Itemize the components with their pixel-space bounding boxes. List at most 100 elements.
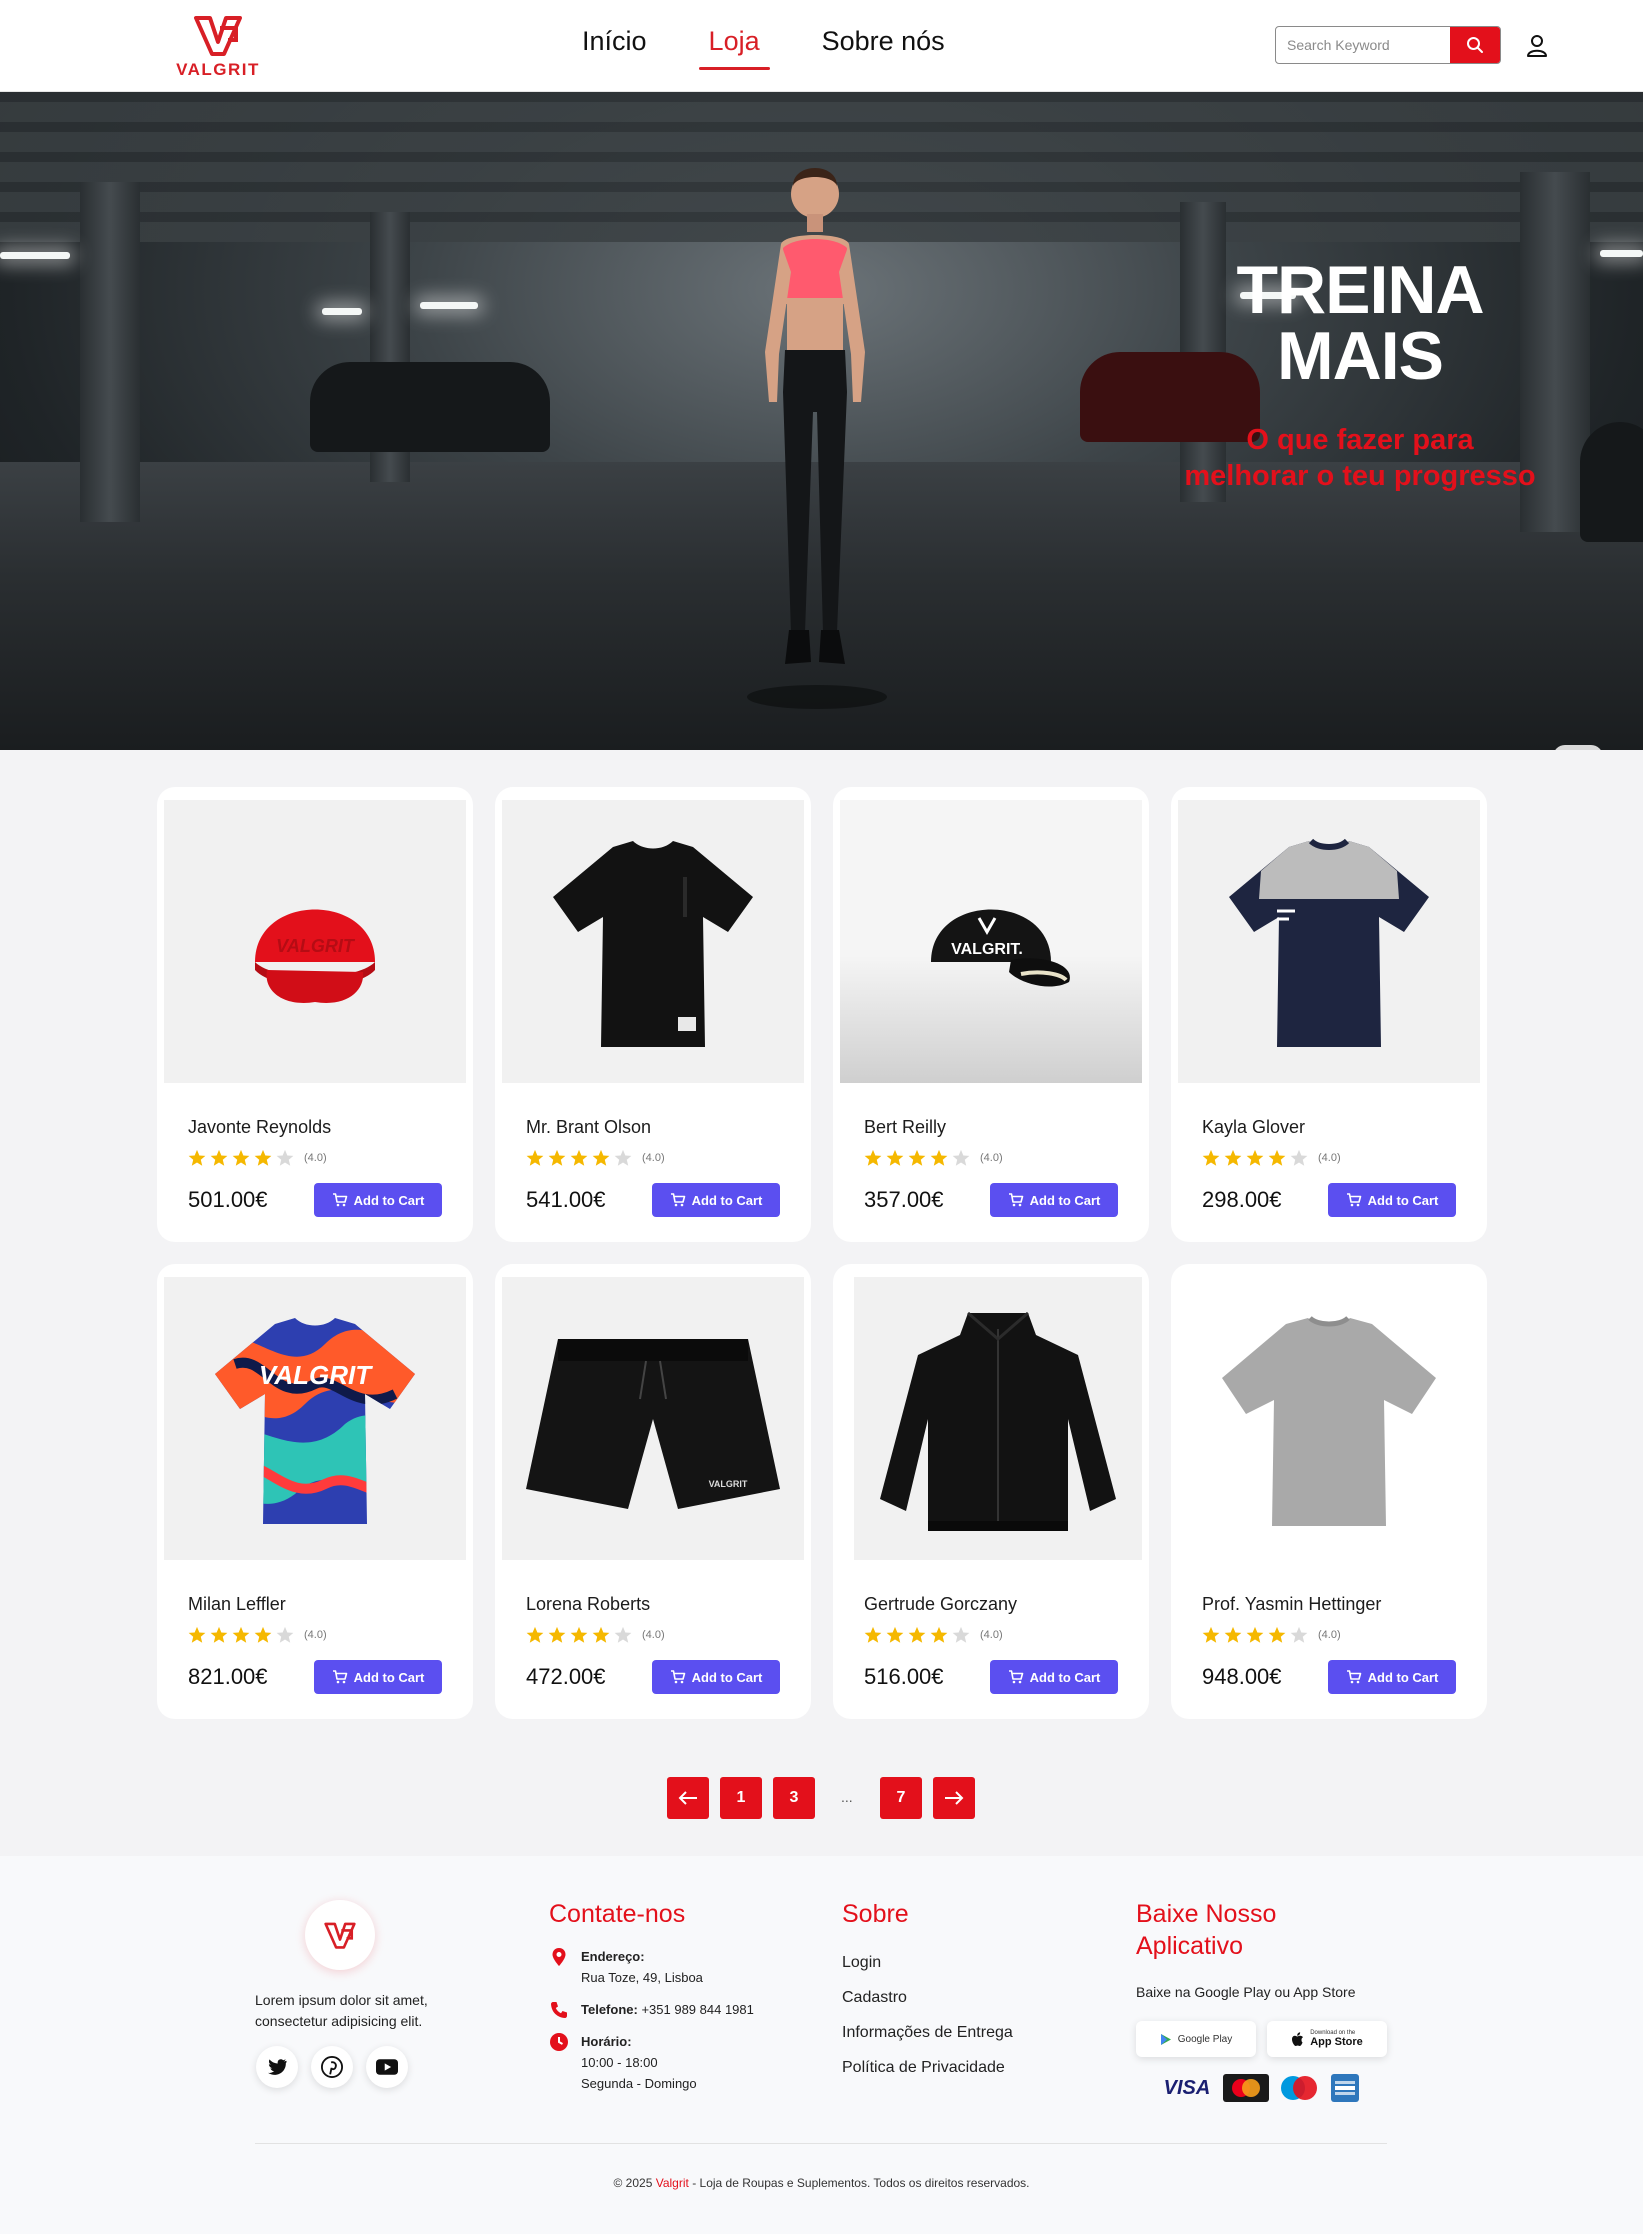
hours-label: Horário: bbox=[581, 2034, 632, 2049]
product-image[interactable] bbox=[502, 800, 804, 1083]
product-name[interactable]: Lorena Roberts bbox=[526, 1594, 650, 1615]
search-button[interactable] bbox=[1450, 27, 1500, 63]
svg-text:VALGRIT: VALGRIT bbox=[276, 936, 356, 956]
grey-tshirt-image bbox=[1222, 1315, 1436, 1526]
footer-link-login[interactable]: Login bbox=[842, 1954, 881, 1972]
product-card[interactable]: VALGRIT Javonte Reynolds (4.0) 501.00€ A… bbox=[157, 787, 473, 1242]
add-to-cart-label: Add to Cart bbox=[353, 1669, 425, 1685]
cart-icon bbox=[1008, 1193, 1023, 1207]
footer-about-line-1: Lorem ipsum dolor sit amet, bbox=[255, 1992, 428, 2008]
product-price: 357.00€ bbox=[864, 1187, 944, 1212]
product-image[interactable] bbox=[1178, 800, 1480, 1083]
product-image[interactable]: VALGRIT bbox=[502, 1277, 804, 1560]
product-card[interactable]: Gertrude Gorczany (4.0) 516.00€ Add to C… bbox=[833, 1264, 1149, 1719]
pagination-ellipsis: ... bbox=[841, 1789, 853, 1805]
valgrit-logo-icon bbox=[194, 16, 242, 56]
star-icon bbox=[188, 1626, 206, 1643]
product-image[interactable]: VALGRIT bbox=[164, 1277, 466, 1560]
pagination-prev-button[interactable] bbox=[667, 1777, 709, 1819]
google-play-button[interactable]: Google Play bbox=[1136, 2021, 1256, 2057]
product-image[interactable]: VALGRIT bbox=[164, 800, 466, 1083]
add-to-cart-label: Add to Cart bbox=[691, 1192, 763, 1208]
star-empty-icon bbox=[276, 1626, 294, 1643]
star-empty-icon bbox=[952, 1149, 970, 1166]
product-name[interactable]: Kayla Glover bbox=[1202, 1117, 1305, 1138]
hero-subtitle: O que fazer para melhorar o teu progress… bbox=[1140, 422, 1580, 494]
star-icon bbox=[1268, 1626, 1286, 1643]
footer-link-entrega[interactable]: Informações de Entrega bbox=[842, 2024, 1013, 2042]
search-input[interactable] bbox=[1276, 27, 1452, 63]
nav-loja[interactable]: Loja bbox=[697, 26, 772, 70]
pagination-page-button[interactable]: 3 bbox=[773, 1777, 815, 1819]
product-price: 948.00€ bbox=[1202, 1664, 1282, 1689]
add-to-cart-label: Add to Cart bbox=[1367, 1192, 1439, 1208]
pinterest-button[interactable] bbox=[311, 2046, 353, 2088]
phone-value[interactable]: +351 989 844 1981 bbox=[641, 2002, 753, 2017]
amex-icon bbox=[1335, 2081, 1355, 2095]
product-image[interactable]: VALGRIT. bbox=[840, 800, 1142, 1083]
nav-inicio[interactable]: Início bbox=[570, 26, 659, 70]
footer-about-text: Lorem ipsum dolor sit amet, consectetur … bbox=[255, 1990, 465, 2032]
pagination-page-button[interactable]: 7 bbox=[880, 1777, 922, 1819]
hero-subtitle-line-1: O que fazer para bbox=[1246, 424, 1474, 456]
product-card[interactable]: VALGRIT Milan Leffler (4.0) 821.00€ Add … bbox=[157, 1264, 473, 1719]
youtube-button[interactable] bbox=[366, 2046, 408, 2088]
product-name[interactable]: Javonte Reynolds bbox=[188, 1117, 331, 1138]
product-image[interactable] bbox=[854, 1277, 1142, 1560]
valgrit-logo-icon bbox=[324, 1922, 356, 1949]
add-to-cart-button[interactable]: Add to Cart bbox=[990, 1183, 1118, 1217]
star-empty-icon bbox=[1290, 1149, 1308, 1166]
copyright-brand[interactable]: Valgrit bbox=[656, 2176, 689, 2190]
product-price: 298.00€ bbox=[1202, 1187, 1282, 1212]
contact-address: Endereço: Rua Toze, 49, Lisboa bbox=[549, 1946, 703, 1988]
add-to-cart-label: Add to Cart bbox=[353, 1192, 425, 1208]
product-card[interactable]: Mr. Brant Olson (4.0) 541.00€ Add to Car… bbox=[495, 787, 811, 1242]
twitter-button[interactable] bbox=[256, 2046, 298, 2088]
footer-link-cadastro[interactable]: Cadastro bbox=[842, 1989, 907, 2007]
product-price: 472.00€ bbox=[526, 1664, 606, 1689]
rating-value: (4.0) bbox=[642, 1152, 665, 1164]
product-name[interactable]: Gertrude Gorczany bbox=[864, 1594, 1017, 1615]
product-card[interactable]: Kayla Glover (4.0) 298.00€ Add to Cart bbox=[1171, 787, 1487, 1242]
product-card[interactable]: VALGRIT. Bert Reilly (4.0) 357.00€ Add t… bbox=[833, 787, 1149, 1242]
add-to-cart-button[interactable]: Add to Cart bbox=[990, 1660, 1118, 1694]
footer-link-privacidade[interactable]: Política de Privacidade bbox=[842, 2059, 1005, 2077]
product-name[interactable]: Milan Leffler bbox=[188, 1594, 286, 1615]
nav-sobre-nos[interactable]: Sobre nós bbox=[810, 26, 957, 70]
add-to-cart-button[interactable]: Add to Cart bbox=[652, 1183, 780, 1217]
search-box bbox=[1275, 26, 1501, 64]
star-icon bbox=[1202, 1149, 1220, 1166]
add-to-cart-button[interactable]: Add to Cart bbox=[1328, 1183, 1456, 1217]
product-rating: (4.0) bbox=[526, 1626, 665, 1644]
mastercard-logo bbox=[1223, 2074, 1269, 2102]
product-image[interactable] bbox=[1178, 1277, 1480, 1560]
valgrit-logo[interactable]: VALGRIT bbox=[172, 12, 264, 84]
main-nav: Início Loja Sobre nós bbox=[570, 26, 995, 72]
add-to-cart-button[interactable]: Add to Cart bbox=[314, 1660, 442, 1694]
star-icon bbox=[592, 1149, 610, 1166]
star-empty-icon bbox=[614, 1626, 632, 1643]
product-name[interactable]: Prof. Yasmin Hettinger bbox=[1202, 1594, 1381, 1615]
svg-text:VALGRIT: VALGRIT bbox=[709, 1479, 748, 1489]
add-to-cart-button[interactable]: Add to Cart bbox=[1328, 1660, 1456, 1694]
product-card[interactable]: Prof. Yasmin Hettinger (4.0) 948.00€ Add… bbox=[1171, 1264, 1487, 1719]
star-icon bbox=[254, 1149, 272, 1166]
hero-slider-indicator[interactable] bbox=[1553, 745, 1603, 750]
product-card[interactable]: VALGRIT Lorena Roberts (4.0) 472.00€ Add… bbox=[495, 1264, 811, 1719]
add-to-cart-button[interactable]: Add to Cart bbox=[652, 1660, 780, 1694]
pagination-next-button[interactable] bbox=[933, 1777, 975, 1819]
product-rating: (4.0) bbox=[864, 1149, 1003, 1167]
app-store-button[interactable]: Download on the App Store bbox=[1267, 2021, 1387, 2057]
product-name[interactable]: Bert Reilly bbox=[864, 1117, 946, 1138]
add-to-cart-button[interactable]: Add to Cart bbox=[314, 1183, 442, 1217]
star-icon bbox=[930, 1149, 948, 1166]
product-name[interactable]: Mr. Brant Olson bbox=[526, 1117, 651, 1138]
star-icon bbox=[1246, 1149, 1264, 1166]
product-rating: (4.0) bbox=[188, 1149, 327, 1167]
pagination-page-button[interactable]: 1 bbox=[720, 1777, 762, 1819]
location-pin-icon bbox=[552, 1948, 566, 1966]
footer-logo[interactable] bbox=[305, 1900, 375, 1970]
product-rating: (4.0) bbox=[526, 1149, 665, 1167]
hero-car bbox=[1580, 422, 1643, 542]
user-account-button[interactable] bbox=[1523, 32, 1551, 60]
